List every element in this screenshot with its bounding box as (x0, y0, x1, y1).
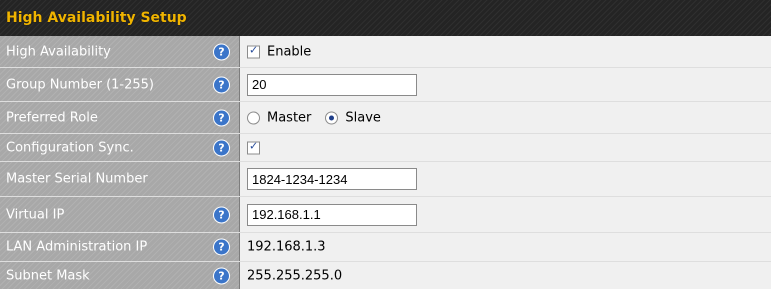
help-icon[interactable]: ? (213, 206, 230, 223)
row-config-sync: Configuration Sync. ? (0, 134, 771, 162)
row-preferred-role: Preferred Role ? Master Slave (0, 102, 771, 134)
group-number-label: Group Number (1-255) (6, 77, 154, 92)
slave-radio[interactable] (325, 111, 339, 124)
virtual-ip-input[interactable] (247, 203, 417, 226)
help-icon[interactable]: ? (213, 43, 230, 60)
slave-radio-label[interactable]: Slave (345, 110, 381, 125)
panel-title: High Availability Setup (6, 10, 187, 26)
label-cell: Configuration Sync. ? (0, 134, 240, 161)
label-cell: High Availability ? (0, 36, 240, 67)
value-cell (240, 197, 771, 232)
high-availability-panel: High Availability Setup High Availabilit… (0, 0, 771, 298)
master-radio-label[interactable]: Master (267, 110, 311, 125)
row-high-availability: High Availability ? Enable (0, 36, 771, 68)
help-icon[interactable]: ? (213, 109, 230, 126)
label-cell: Subnet Mask ? (0, 262, 240, 289)
row-master-serial: Master Serial Number (0, 162, 771, 197)
label-cell: LAN Administration IP ? (0, 233, 240, 261)
master-serial-input[interactable] (247, 168, 417, 190)
value-cell: Enable (240, 36, 771, 67)
row-group-number: Group Number (1-255) ? (0, 68, 771, 102)
enable-checkbox-label[interactable]: Enable (267, 44, 311, 59)
subnet-mask-label: Subnet Mask (6, 268, 90, 283)
lan-admin-ip-label: LAN Administration IP (6, 239, 148, 255)
master-radio[interactable] (247, 111, 260, 124)
row-subnet-mask: Subnet Mask ? 255.255.255.0 (0, 262, 771, 289)
help-icon[interactable]: ? (213, 238, 230, 256)
row-virtual-ip: Virtual IP ? (0, 197, 771, 233)
master-serial-label: Master Serial Number (6, 171, 148, 187)
row-lan-admin-ip: LAN Administration IP ? 192.168.1.3 (0, 233, 771, 262)
help-icon[interactable]: ? (213, 76, 230, 93)
config-sync-checkbox[interactable] (247, 139, 260, 154)
value-cell: 192.168.1.3 (240, 233, 771, 261)
value-cell: 255.255.255.0 (240, 262, 771, 289)
label-cell: Group Number (1-255) ? (0, 68, 240, 101)
label-cell: Virtual IP ? (0, 197, 240, 232)
group-number-input[interactable] (247, 73, 417, 96)
value-cell: Master Slave (240, 102, 771, 133)
value-cell (240, 162, 771, 196)
panel-title-bar: High Availability Setup (0, 0, 771, 36)
subnet-mask-value: 255.255.255.0 (247, 268, 343, 283)
help-icon[interactable]: ? (213, 267, 230, 284)
value-cell (240, 68, 771, 101)
high-availability-label: High Availability (6, 44, 111, 59)
label-cell: Preferred Role ? (0, 102, 240, 133)
help-icon[interactable]: ? (213, 139, 230, 156)
preferred-role-label: Preferred Role (6, 110, 98, 125)
label-cell: Master Serial Number (0, 162, 240, 196)
virtual-ip-label: Virtual IP (6, 207, 65, 222)
value-cell (240, 134, 771, 161)
config-sync-label: Configuration Sync. (6, 140, 134, 155)
enable-checkbox[interactable] (247, 43, 260, 58)
lan-admin-ip-value: 192.168.1.3 (247, 239, 326, 255)
